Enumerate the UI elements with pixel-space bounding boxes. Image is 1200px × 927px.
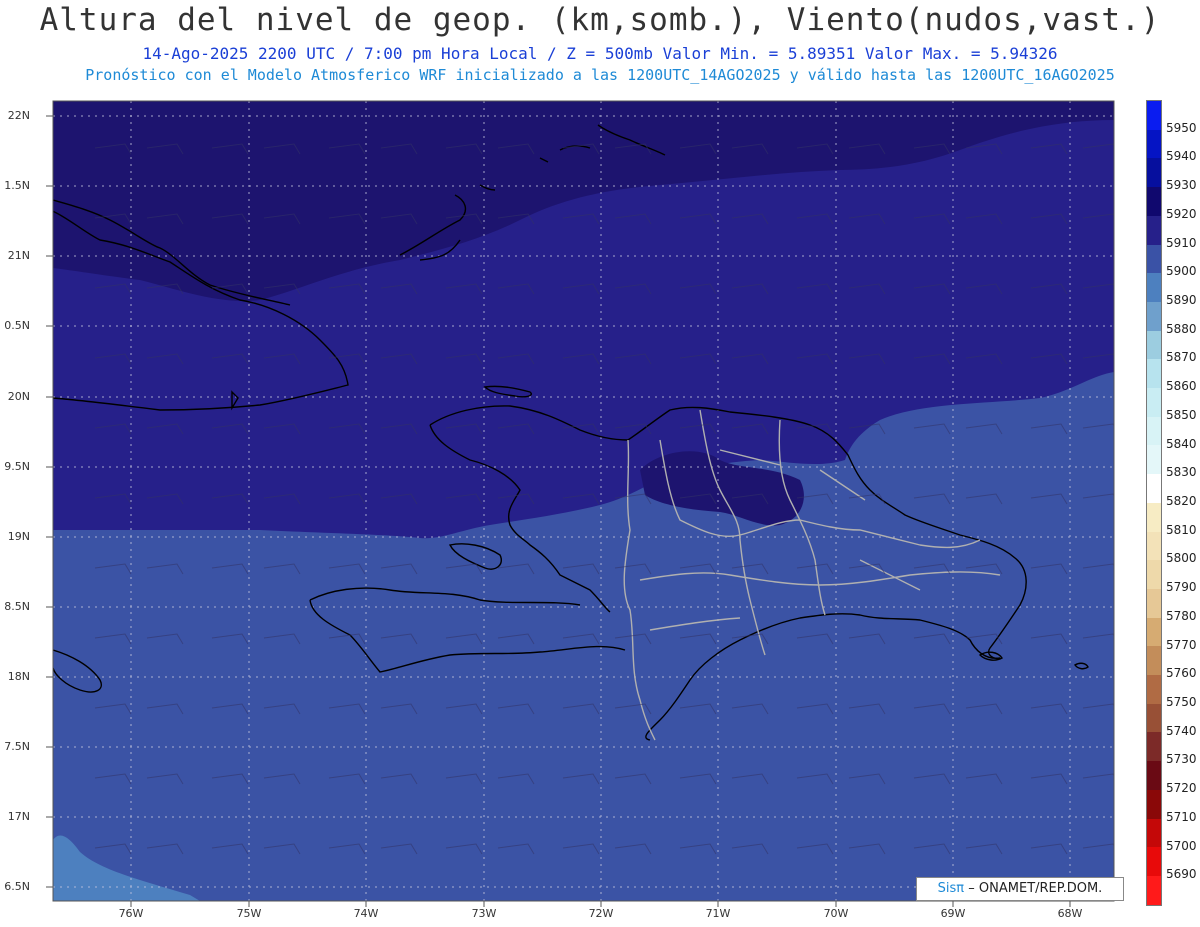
colorbar-label: 5740 [1166, 723, 1197, 738]
colorbar [1146, 100, 1162, 906]
colorbar-swatch [1147, 416, 1161, 446]
colorbar-swatch [1147, 330, 1161, 360]
lat-label: 21N [7, 249, 30, 262]
colorbar-swatch [1147, 158, 1161, 188]
lat-label: 6.5N [4, 880, 30, 893]
colorbar-label: 5760 [1166, 666, 1197, 681]
colorbar-swatch [1147, 875, 1161, 905]
colorbar-label: 5770 [1166, 637, 1197, 652]
colorbar-label: 5780 [1166, 608, 1197, 623]
colorbar-label: 5820 [1166, 494, 1197, 508]
colorbar-label: 5720 [1166, 781, 1197, 796]
colorbar-swatch [1147, 675, 1161, 704]
colorbar-swatch [1147, 617, 1161, 647]
colorbar-label: 5930 [1166, 178, 1197, 193]
colorbar-swatch [1147, 502, 1161, 532]
geopotential-map [46, 100, 1115, 907]
colorbar-swatch [1147, 359, 1161, 389]
colorbar-label: 5850 [1166, 407, 1197, 422]
colorbar-label: 5860 [1166, 379, 1197, 394]
colorbar-swatch [1147, 761, 1161, 790]
colorbar-label: 5830 [1166, 465, 1197, 480]
colorbar-swatch [1147, 215, 1161, 245]
colorbar-swatch [1147, 273, 1161, 302]
colorbar-swatch [1147, 388, 1161, 417]
colorbar-swatch [1147, 847, 1161, 876]
colorbar-swatch [1147, 129, 1161, 159]
colorbar-swatch [1147, 818, 1161, 848]
lon-label: 75W [236, 907, 262, 920]
lat-label: 22N [7, 109, 30, 122]
colorbar-swatch [1147, 244, 1161, 274]
colorbar-swatch [1147, 474, 1161, 503]
colorbar-label: 5950 [1166, 120, 1197, 135]
lat-label: 1.5N [4, 179, 30, 192]
lon-label: 74W [353, 907, 379, 920]
colorbar-label: 5790 [1166, 580, 1197, 595]
colorbar-swatch [1147, 531, 1161, 561]
lon-label: 70W [823, 907, 849, 920]
colorbar-swatch [1147, 732, 1161, 762]
lon-label: 68W [1057, 907, 1083, 920]
colorbar-swatch [1147, 703, 1161, 733]
credit-brand: Sisπ [937, 881, 965, 896]
colorbar-label: 5690 [1166, 867, 1197, 882]
colorbar-swatch [1147, 187, 1161, 216]
credit-box: Sisπ – ONAMET/REP.DOM. [916, 877, 1124, 901]
lat-label: 8.5N [4, 600, 30, 613]
colorbar-label: 5800 [1166, 551, 1197, 566]
colorbar-label: 5940 [1166, 149, 1197, 164]
colorbar-swatch [1147, 560, 1161, 589]
lat-label: 9.5N [4, 460, 30, 473]
colorbar-label: 5710 [1166, 809, 1197, 824]
colorbar-label: 5870 [1166, 350, 1197, 365]
colorbar-label: 5730 [1166, 752, 1197, 767]
lon-label: 72W [588, 907, 614, 920]
colorbar-swatch [1147, 646, 1161, 676]
colorbar-label: 5840 [1166, 436, 1197, 451]
lat-ticks [46, 115, 53, 888]
colorbar-swatch [1147, 789, 1161, 819]
colorbar-label: 5750 [1166, 695, 1197, 709]
colorbar-swatch [1147, 588, 1161, 618]
colorbar-swatch [1147, 445, 1161, 475]
colorbar-label: 5700 [1166, 838, 1197, 853]
lon-label: 71W [705, 907, 731, 920]
colorbar-swatch [1147, 301, 1161, 331]
colorbar-swatch [1147, 101, 1161, 130]
lon-label: 76W [118, 907, 144, 920]
credit-text: – ONAMET/REP.DOM. [968, 881, 1103, 896]
lon-label: 73W [471, 907, 497, 920]
colorbar-label: 5810 [1166, 522, 1197, 537]
lon-label: 69W [940, 907, 966, 920]
lat-label: 20N [7, 390, 30, 403]
lat-label: 19N [7, 530, 30, 543]
lat-label: 18N [7, 670, 30, 683]
lat-label: 0.5N [4, 319, 30, 332]
lat-label: 7.5N [4, 740, 30, 753]
colorbar-label: 5890 [1166, 293, 1197, 307]
colorbar-label: 5910 [1166, 235, 1197, 250]
map-plot-area [53, 101, 1114, 901]
colorbar-label: 5880 [1166, 321, 1197, 336]
colorbar-label: 5900 [1166, 264, 1197, 279]
lat-label: 17N [7, 810, 30, 823]
colorbar-label: 5920 [1166, 206, 1197, 221]
